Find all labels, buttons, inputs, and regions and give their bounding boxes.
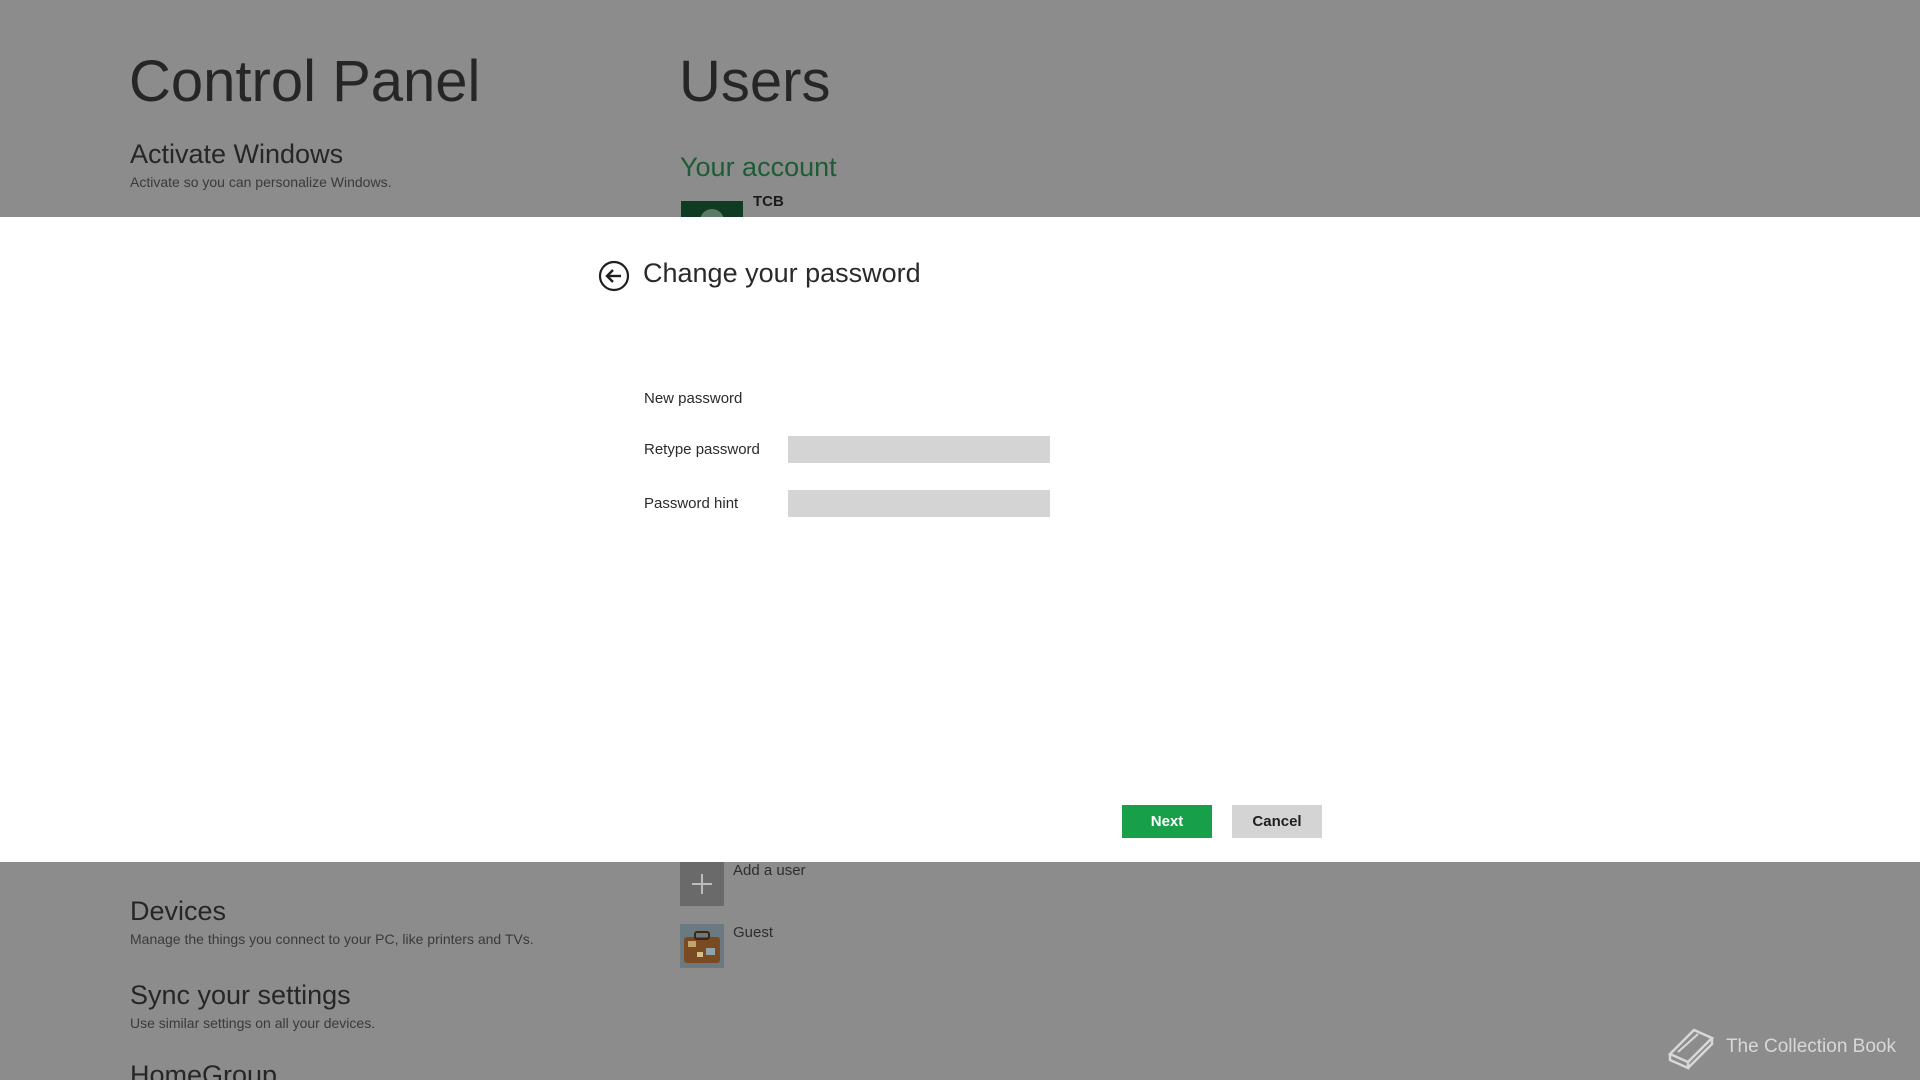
plus-icon (692, 874, 712, 894)
devices-subtitle: Manage the things you connect to your PC… (130, 931, 534, 947)
homegroup-title: HomeGroup (130, 1060, 278, 1080)
password-hint-label: Password hint (644, 495, 739, 512)
dialog-header: Change your password (598, 254, 921, 292)
next-button[interactable]: Next (1122, 805, 1212, 838)
activate-windows-subtitle: Activate so you can personalize Windows. (130, 174, 392, 190)
new-password-input[interactable] (788, 385, 1050, 412)
users-title: Users (679, 49, 831, 114)
activate-windows-item[interactable]: Activate Windows Activate so you can per… (130, 139, 391, 190)
retype-password-row: Retype password (644, 436, 1050, 463)
guest-avatar (680, 924, 724, 968)
devices-item[interactable]: Devices Manage the things you connect to… (130, 896, 534, 947)
activate-windows-title: Activate Windows (130, 139, 344, 169)
change-password-dialog: Change your password New password Retype… (0, 217, 1920, 862)
back-arrow-icon[interactable] (598, 260, 630, 292)
add-user-item[interactable]: Add a user (680, 862, 806, 906)
your-account-heading: Your account (680, 152, 837, 182)
password-hint-input[interactable] (788, 490, 1050, 517)
new-password-row: New password (644, 385, 1050, 412)
guest-user-item[interactable]: Guest (680, 924, 773, 968)
new-password-label: New password (644, 390, 743, 407)
sync-settings-title: Sync your settings (130, 980, 351, 1010)
retype-password-label: Retype password (644, 441, 760, 458)
retype-password-input[interactable] (788, 436, 1050, 463)
password-hint-row: Password hint (644, 490, 1050, 517)
book-icon (1667, 1028, 1715, 1070)
guest-label: Guest (733, 924, 774, 941)
sync-settings-item[interactable]: Sync your settings Use similar settings … (130, 980, 375, 1031)
account-name: TCB (753, 193, 784, 210)
homegroup-item[interactable]: HomeGroup (130, 1060, 277, 1080)
watermark: The Collection Book (1664, 1024, 1896, 1070)
watermark-text: The Collection Book (1725, 1036, 1896, 1057)
dialog-title: Change your password (643, 257, 921, 288)
add-user-label: Add a user (733, 862, 806, 879)
briefcase-icon (680, 924, 724, 968)
control-panel-title: Control Panel (129, 49, 481, 114)
cancel-button[interactable]: Cancel (1232, 805, 1322, 838)
sync-settings-subtitle: Use similar settings on all your devices… (130, 1015, 376, 1031)
devices-title: Devices (130, 896, 227, 926)
add-user-tile (680, 862, 724, 906)
